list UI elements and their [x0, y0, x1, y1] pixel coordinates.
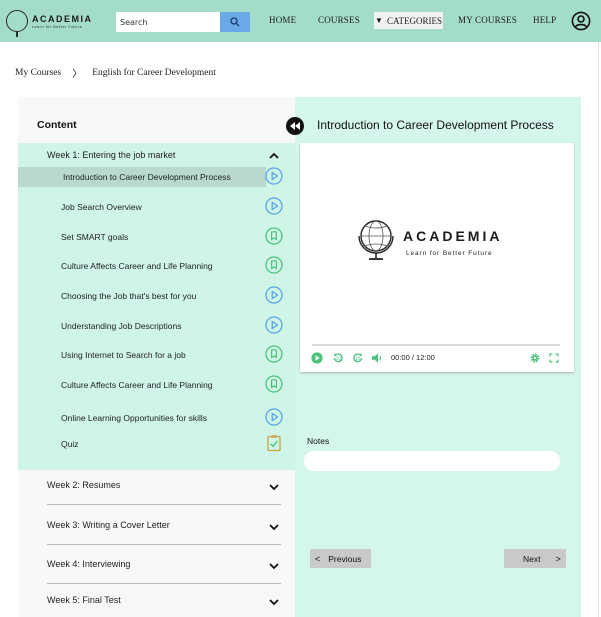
nav-help[interactable]: HELP — [533, 15, 556, 25]
nav-my-courses[interactable]: MY COURSES — [458, 15, 517, 25]
chevron-down-icon[interactable] — [268, 596, 280, 608]
academia-logo[interactable]: ACADEMIA Learn for Better Future — [6, 4, 96, 38]
play-circle-icon[interactable] — [265, 197, 283, 215]
week-title: Week 3: Writing a Cover Letter — [47, 520, 170, 530]
globe-icon — [6, 10, 28, 37]
week-accordion-item[interactable]: Week 5: Final Test — [18, 585, 295, 617]
breadcrumb-current: English for Career Development — [92, 67, 216, 78]
nav-categories-dropdown[interactable]: ▼ CATEGORIES — [374, 12, 443, 29]
lesson-item[interactable]: Culture Affects Career and Life Planning — [18, 256, 295, 276]
fullscreen-icon[interactable] — [548, 352, 560, 364]
chevron-right-icon: > — [555, 553, 561, 564]
globe-icon — [358, 220, 394, 260]
week-1-section: Week 1: Entering the job market Introduc… — [18, 143, 295, 470]
play-circle-icon[interactable] — [265, 286, 283, 304]
lesson-item[interactable]: Set SMART goals — [18, 227, 295, 247]
play-circle-icon[interactable] — [265, 167, 283, 185]
lesson-label: Using Internet to Search for a job — [61, 350, 186, 360]
reading-icon[interactable] — [265, 375, 283, 393]
week-1-title[interactable]: Week 1: Entering the job market — [47, 150, 175, 160]
lesson-item[interactable]: Online Learning Opportunities for skills — [18, 408, 295, 428]
nav-categories-label: CATEGORIES — [386, 15, 442, 26]
reading-icon[interactable] — [265, 227, 283, 245]
lesson-label: Quiz — [61, 439, 79, 449]
svg-text:10: 10 — [336, 356, 342, 361]
play-circle-icon[interactable] — [265, 408, 283, 426]
lesson-label: Understanding Job Descriptions — [61, 321, 182, 331]
page-edge-divider — [598, 42, 599, 617]
week-title: Week 5: Final Test — [47, 595, 121, 605]
lesson-item[interactable]: Quiz — [18, 434, 295, 454]
play-circle-icon[interactable] — [265, 316, 283, 334]
previous-button[interactable]: < Previous — [310, 549, 371, 568]
week-divider — [47, 504, 281, 505]
chevron-down-icon[interactable] — [268, 481, 280, 493]
week-accordion-item[interactable]: Week 4: Interviewing — [18, 549, 295, 589]
lesson-title: Introduction to Career Development Proce… — [317, 118, 554, 132]
video-academia-logo: ACADEMIA Learn for Better Future — [355, 217, 515, 277]
video-player[interactable]: ACADEMIA Learn for Better Future 10 10 0… — [300, 143, 574, 372]
volume-icon[interactable] — [371, 352, 383, 364]
video-logo-name: ACADEMIA — [403, 228, 503, 244]
lesson-label: Culture Affects Career and Life Planning — [61, 261, 213, 271]
lesson-item[interactable]: Job Search Overview — [18, 197, 295, 217]
lesson-label: Set SMART goals — [61, 232, 129, 242]
clipboard-check-icon[interactable] — [265, 434, 283, 452]
lesson-label: Job Search Overview — [61, 202, 142, 212]
chevron-down-icon[interactable] — [268, 521, 280, 533]
lesson-label: Choosing the Job that's best for you — [61, 291, 197, 301]
search-input[interactable] — [116, 12, 220, 32]
play-icon[interactable] — [311, 352, 323, 364]
caret-down-icon: ▼ — [375, 16, 383, 25]
video-time: 00:00 / 12:00 — [391, 353, 435, 362]
user-avatar-icon[interactable] — [571, 11, 591, 31]
course-content-sidebar: Content Week 1: Entering the job market … — [18, 97, 295, 617]
chevron-left-icon: < — [315, 553, 321, 564]
lesson-label: Culture Affects Career and Life Planning — [61, 380, 213, 390]
next-button[interactable]: Next > — [504, 549, 566, 568]
breadcrumb-separator-icon: 〉 — [72, 69, 83, 80]
lesson-item[interactable]: Choosing the Job that's best for you — [18, 286, 295, 306]
next-label: Next — [523, 553, 541, 564]
week-divider — [47, 544, 281, 545]
lesson-label: Online Learning Opportunities for skills — [61, 413, 207, 423]
double-chevron-left-icon — [290, 122, 300, 130]
week-accordion-item[interactable]: Week 2: Resumes — [18, 470, 295, 510]
video-controls: 10 10 00:00 / 12:00 — [300, 351, 574, 367]
notes-label: Notes — [307, 436, 330, 446]
previous-label: Previous — [328, 553, 362, 564]
lesson-item[interactable]: Culture Affects Career and Life Planning — [18, 375, 295, 395]
rewind-10-icon[interactable]: 10 — [332, 352, 344, 364]
lesson-label: Introduction to Career Development Proce… — [63, 172, 231, 182]
logo-tagline: Learn for Better Future — [32, 24, 83, 29]
collapse-sidebar-button[interactable] — [286, 117, 304, 135]
chevron-up-icon[interactable] — [268, 150, 280, 162]
settings-gear-icon[interactable] — [529, 352, 541, 364]
sidebar-title: Content — [37, 119, 77, 131]
svg-text:10: 10 — [355, 356, 361, 361]
logo-name: ACADEMIA — [32, 13, 93, 24]
week-title: Week 4: Interviewing — [47, 559, 131, 569]
lesson-item[interactable]: Introduction to Career Development Proce… — [18, 167, 283, 187]
top-navbar: ACADEMIA Learn for Better Future HOME CO… — [0, 0, 601, 42]
forward-10-icon[interactable]: 10 — [352, 352, 364, 364]
nav-home[interactable]: HOME — [269, 15, 296, 25]
reading-icon[interactable] — [265, 345, 283, 363]
notes-input[interactable] — [304, 451, 560, 471]
search-button[interactable] — [220, 12, 250, 32]
week-accordion-item[interactable]: Week 3: Writing a Cover Letter — [18, 510, 295, 550]
search-icon — [230, 17, 240, 27]
lesson-item[interactable]: Understanding Job Descriptions — [18, 316, 295, 336]
week-divider — [47, 583, 281, 584]
video-logo-tagline: Learn for Better Future — [406, 250, 493, 257]
lesson-item[interactable]: Using Internet to Search for a job — [18, 345, 295, 365]
video-progress-bar[interactable] — [312, 344, 560, 346]
breadcrumb: My Courses 〉 English for Career Developm… — [15, 65, 216, 81]
reading-icon[interactable] — [265, 256, 283, 274]
nav-courses[interactable]: COURSES — [318, 15, 360, 25]
week-title: Week 2: Resumes — [47, 480, 121, 490]
chevron-down-icon[interactable] — [268, 560, 280, 572]
breadcrumb-my-courses[interactable]: My Courses — [15, 68, 61, 78]
